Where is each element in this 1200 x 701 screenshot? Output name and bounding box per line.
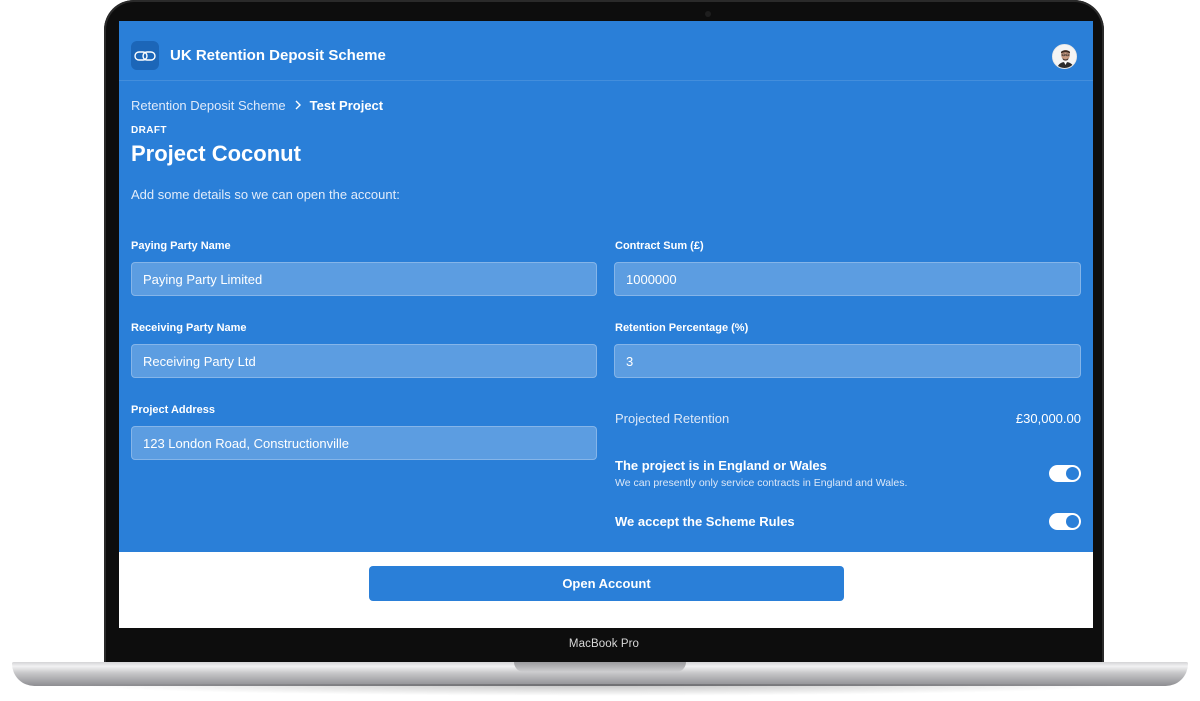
- contract-sum-label: Contract Sum (£): [615, 240, 704, 252]
- intro-text: Add some details so we can open the acco…: [131, 187, 400, 202]
- app-title: UK Retention Deposit Scheme: [170, 47, 386, 64]
- england-wales-toggle[interactable]: [1049, 465, 1081, 482]
- page-title: Project Coconut: [131, 141, 301, 166]
- breadcrumb-link-scheme[interactable]: Retention Deposit Scheme: [131, 98, 286, 113]
- paying-party-input[interactable]: Paying Party Limited: [131, 262, 597, 296]
- app-header: UK Retention Deposit Scheme: [119, 21, 1093, 81]
- camera-icon: [705, 11, 711, 17]
- app-main-panel: UK Retention Deposit Scheme Retention De…: [119, 21, 1093, 552]
- link-chain-icon[interactable]: [131, 41, 159, 70]
- receiving-party-label: Receiving Party Name: [131, 322, 247, 334]
- retention-percentage-label: Retention Percentage (%): [615, 322, 749, 334]
- app-screen: UK Retention Deposit Scheme Retention De…: [119, 21, 1093, 628]
- england-wales-title: The project is in England or Wales: [615, 458, 827, 473]
- contract-sum-input[interactable]: 1000000: [614, 262, 1081, 296]
- project-address-input[interactable]: 123 London Road, Constructionville: [131, 426, 597, 460]
- laptop-hinge-notch: [514, 662, 686, 672]
- toggle-knob: [1066, 467, 1079, 480]
- status-badge: DRAFT: [131, 125, 167, 136]
- breadcrumb-current: Test Project: [309, 97, 384, 113]
- toggle-knob: [1066, 515, 1079, 528]
- england-wales-subtitle: We can presently only service contracts …: [615, 477, 908, 489]
- projected-retention-value: £30,000.00: [1015, 411, 1081, 426]
- receiving-party-input[interactable]: Receiving Party Ltd: [131, 344, 597, 378]
- project-address-label: Project Address: [131, 404, 215, 416]
- open-account-button[interactable]: Open Account: [369, 566, 844, 601]
- laptop-shadow: [60, 684, 1140, 696]
- retention-percentage-input[interactable]: 3: [614, 344, 1081, 378]
- scheme-rules-toggle[interactable]: [1049, 513, 1081, 530]
- breadcrumb: Retention Deposit Scheme Test Project: [131, 97, 383, 113]
- device-model-label: MacBook Pro: [568, 638, 640, 650]
- paying-party-label: Paying Party Name: [131, 240, 231, 252]
- projected-retention-label: Projected Retention: [615, 411, 730, 426]
- scheme-rules-title: We accept the Scheme Rules: [615, 514, 795, 529]
- user-avatar-icon[interactable]: [1052, 44, 1077, 69]
- chevron-right-icon: [294, 100, 302, 110]
